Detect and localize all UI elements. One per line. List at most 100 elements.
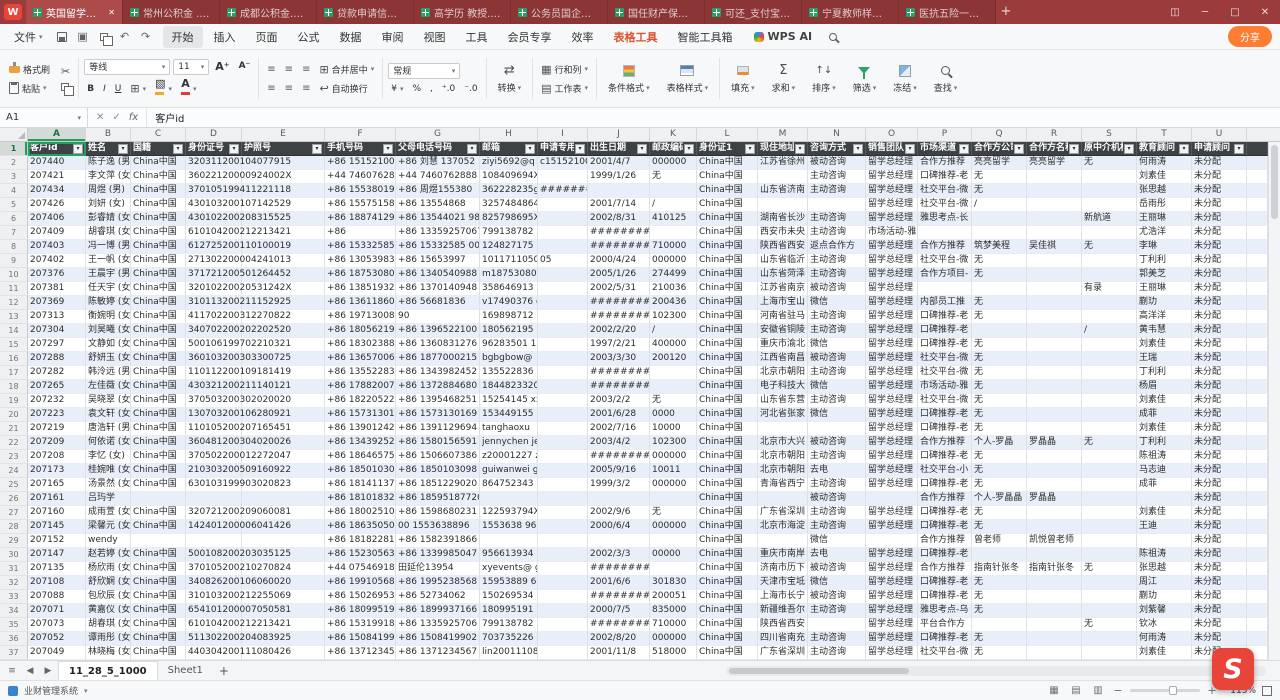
cell[interactable]: 2002/3/3 — [588, 548, 650, 562]
cell[interactable]: 2005/9/16 — [588, 464, 650, 478]
cell[interactable]: 10011 — [650, 464, 697, 478]
cell[interactable]: +86 1343982452 — [396, 366, 480, 380]
cell[interactable]: 口碑推荐-老 — [918, 520, 972, 534]
cell[interactable]: m18753080 m1875308 — [480, 268, 538, 282]
cell[interactable]: 去电 — [808, 464, 866, 478]
cell[interactable]: 成菲 — [1137, 408, 1192, 422]
cell[interactable]: 冯一博 (男 — [86, 240, 131, 254]
cell[interactable] — [538, 366, 588, 380]
cell[interactable]: 胡睿琪 (女 — [86, 226, 131, 240]
cell[interactable]: China中国 — [131, 632, 186, 646]
cell[interactable] — [1082, 506, 1137, 520]
cell[interactable]: 彭睿婧 (女 — [86, 212, 131, 226]
row-number[interactable]: 29 — [0, 534, 28, 548]
column-header-E[interactable]: E — [242, 128, 325, 141]
cell[interactable]: +86 18002510 — [325, 506, 396, 520]
row-number[interactable]: 1 — [0, 142, 28, 156]
cell[interactable]: 511302200204083925 — [186, 632, 242, 646]
header-cell[interactable]: 客户id▾ — [28, 142, 86, 156]
cell[interactable] — [538, 352, 588, 366]
cell[interactable]: China中国 — [131, 422, 186, 436]
filter-dropdown-icon[interactable]: ▾ — [229, 144, 239, 154]
cell[interactable]: 山东省济南 — [758, 184, 808, 198]
row-number[interactable]: 26 — [0, 492, 28, 506]
cell[interactable]: 社交平台-小 — [918, 464, 972, 478]
cell[interactable]: 864752343 — [480, 478, 538, 492]
underline-button[interactable]: U — [112, 83, 125, 95]
cell[interactable] — [538, 268, 588, 282]
cell[interactable]: 主动咨询 — [808, 506, 866, 520]
row-number[interactable]: 18 — [0, 380, 28, 394]
cell[interactable]: 无 — [1082, 562, 1137, 576]
cell[interactable]: +86 1391129694 — [396, 422, 480, 436]
cell[interactable] — [538, 310, 588, 324]
cell[interactable]: 130703200106280921 — [186, 408, 242, 422]
cell[interactable]: 丁利利 — [1137, 254, 1192, 268]
cell[interactable] — [1027, 296, 1082, 310]
cell[interactable]: 口碑推荐-老 — [918, 170, 972, 184]
cell[interactable]: ######## — [588, 226, 650, 240]
cell[interactable]: 主动咨询 — [808, 226, 866, 240]
cell[interactable]: China中国 — [697, 184, 758, 198]
cell[interactable]: 舒妍玉 (女 — [86, 352, 131, 366]
cell[interactable]: +86 15332585 — [325, 240, 396, 254]
cell[interactable]: 口碑推荐-老 — [918, 590, 972, 604]
cell[interactable]: 2002/9/6 — [588, 506, 650, 520]
cell[interactable]: 110112200109181419 — [186, 366, 242, 380]
cell[interactable]: 无 — [972, 310, 1027, 324]
cell[interactable] — [1027, 548, 1082, 562]
cell[interactable] — [538, 240, 588, 254]
cell[interactable]: 142401200006041426 — [186, 520, 242, 534]
cell[interactable]: China中国 — [131, 156, 186, 170]
cell[interactable]: 微信 — [808, 576, 866, 590]
cell[interactable]: 000000 — [650, 450, 697, 464]
cell[interactable]: 四川省南充 — [758, 632, 808, 646]
row-number[interactable]: 37 — [0, 646, 28, 660]
cell[interactable]: 主动咨询 — [808, 632, 866, 646]
header-cell[interactable]: 邮政编码▾ — [650, 142, 697, 156]
cell[interactable] — [538, 212, 588, 226]
sogou-input-icon[interactable]: S — [1212, 648, 1254, 690]
column-header-N[interactable]: N — [808, 128, 866, 141]
cell[interactable]: 207434 — [28, 184, 86, 198]
cell[interactable]: 刘素佳 — [1137, 646, 1192, 660]
cell[interactable]: 207304 — [28, 324, 86, 338]
cell[interactable]: +86 1573130169 — [396, 408, 480, 422]
cell[interactable] — [1137, 492, 1192, 506]
cell[interactable]: +86 — [325, 226, 396, 240]
page-layout-view-icon[interactable]: ▤ — [1068, 685, 1084, 696]
filter-dropdown-icon[interactable]: ▾ — [1014, 144, 1024, 154]
cell[interactable]: 雅思考点-长 — [918, 212, 972, 226]
italic-button[interactable]: I — [100, 83, 109, 95]
cell[interactable]: 北京市大兴 — [758, 436, 808, 450]
cell[interactable]: China中国 — [697, 548, 758, 562]
cell[interactable]: 207073 — [28, 618, 86, 632]
menu-tab[interactable]: 智能工具箱 — [669, 26, 742, 48]
column-header-J[interactable]: J — [588, 128, 650, 141]
cell[interactable]: China中国 — [697, 590, 758, 604]
column-header-R[interactable]: R — [1027, 128, 1082, 141]
cell[interactable]: 主动咨询 — [808, 646, 866, 660]
menu-tab[interactable]: 审阅 — [373, 26, 413, 48]
cell[interactable]: China中国 — [697, 478, 758, 492]
increase-font-icon[interactable]: A⁺ — [212, 60, 232, 73]
cell[interactable]: 成菲 — [1137, 478, 1192, 492]
row-number[interactable]: 10 — [0, 268, 28, 282]
cell[interactable]: 400000 — [650, 338, 697, 352]
cell[interactable]: 10000 — [650, 422, 697, 436]
cell[interactable]: 安徽省铜陵 — [758, 324, 808, 338]
wps-ai-menu[interactable]: WPS AI — [754, 30, 813, 43]
cell[interactable]: 刘素佳 — [1137, 506, 1192, 520]
sheet-tab[interactable]: 11_28_5_1000 — [58, 661, 158, 680]
cell[interactable] — [1082, 548, 1137, 562]
cell[interactable]: 口碑推荐-老 — [918, 310, 972, 324]
cell[interactable] — [538, 590, 588, 604]
cell[interactable] — [918, 226, 972, 240]
confirm-entry-icon[interactable]: ✓ — [112, 112, 120, 123]
column-header-G[interactable]: G — [396, 128, 480, 141]
cell[interactable]: China中国 — [697, 408, 758, 422]
align-middle-icon[interactable]: ≡ — [282, 63, 296, 76]
cell[interactable]: ######## — [588, 562, 650, 576]
cell[interactable] — [538, 296, 588, 310]
cell[interactable]: 无 — [972, 170, 1027, 184]
